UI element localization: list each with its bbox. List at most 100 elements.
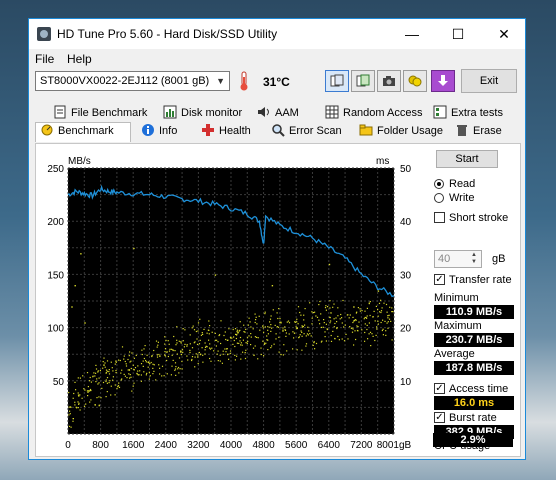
access-time-point — [250, 326, 252, 328]
access-time-point — [168, 350, 171, 352]
menu-help[interactable]: Help — [67, 52, 92, 66]
access-time-point — [105, 380, 107, 383]
window-title: HD Tune Pro 5.60 - Hard Disk/SSD Utility — [57, 27, 278, 41]
access-time-point — [257, 337, 259, 339]
start-button[interactable]: Start — [436, 150, 498, 168]
access-time-point — [288, 333, 290, 335]
tab-label: Disk monitor — [181, 107, 243, 119]
tab-aam[interactable]: AAM — [257, 105, 299, 122]
access-time-point — [248, 317, 250, 319]
read-radio[interactable]: Read — [434, 178, 514, 192]
access-time-point — [239, 336, 242, 339]
tab-info[interactable]: Info — [141, 123, 177, 140]
access-time-point — [110, 361, 112, 363]
bar-chart-icon — [163, 105, 177, 119]
stroke-unit: gB — [492, 253, 506, 265]
access-time-point — [228, 358, 230, 360]
stroke-size-stepper[interactable]: 40 ▲ ▼ — [434, 250, 482, 268]
access-time-point — [187, 359, 189, 361]
access-time-point — [176, 353, 178, 355]
access-time-point — [307, 326, 309, 328]
access-time-point — [195, 330, 197, 333]
drive-select[interactable]: ST8000VX0022-2EJ112 (8001 gB) ▼ — [35, 71, 230, 91]
access-time-point — [383, 302, 385, 304]
access-time-point — [182, 328, 184, 330]
access-time-point — [82, 375, 84, 377]
access-time-point — [73, 392, 75, 395]
access-time-point — [267, 326, 269, 328]
screenshot-button[interactable] — [377, 70, 401, 92]
access-time-point — [386, 322, 388, 324]
chevron-down-icon: ▼ — [216, 76, 225, 86]
access-time-point — [124, 360, 126, 363]
access-time-point — [219, 360, 221, 362]
access-time-point — [277, 317, 279, 320]
minimize-button[interactable]: — — [389, 19, 435, 49]
access-time-point — [267, 333, 269, 335]
access-time-point — [299, 334, 301, 336]
copy-info-button[interactable] — [351, 70, 375, 92]
tab-health[interactable]: Health — [201, 123, 251, 140]
access-time-point — [117, 386, 119, 388]
access-time-point — [222, 353, 224, 355]
transfer-rate-checkbox[interactable]: ✓ Transfer rate — [434, 274, 520, 288]
access-time-point — [180, 350, 182, 352]
copy-button[interactable] — [325, 70, 349, 92]
access-time-point — [319, 300, 321, 303]
access-time-point — [308, 330, 310, 332]
access-time-point — [299, 311, 301, 314]
checkbox-checked: ✓ — [434, 412, 445, 423]
access-time-point — [123, 358, 125, 360]
access-time-point — [194, 341, 196, 343]
burst-rate-checkbox[interactable]: ✓ Burst rate — [434, 412, 520, 426]
access-time-point — [236, 329, 238, 331]
exit-button[interactable]: Exit — [461, 69, 517, 93]
access-time-point — [78, 395, 80, 397]
access-time-point — [106, 370, 108, 372]
tab-file-benchmark[interactable]: File Benchmark — [53, 105, 147, 122]
tab-folder-usage[interactable]: Folder Usage — [359, 123, 443, 140]
access-time-point — [265, 342, 267, 344]
access-time-point — [95, 368, 98, 370]
maximize-button[interactable]: ☐ — [435, 19, 481, 49]
access-time-point — [198, 343, 201, 345]
access-time-point — [269, 326, 271, 328]
tab-random-access[interactable]: Random Access — [325, 105, 422, 122]
access-time-point — [202, 361, 204, 363]
access-time-checkbox[interactable]: ✓ Access time — [434, 383, 520, 397]
access-time-point — [208, 339, 210, 341]
access-time-point — [92, 375, 94, 377]
y-tick-label-left: 150 — [47, 270, 64, 281]
access-time-point — [247, 324, 249, 326]
tab-erase[interactable]: Erase — [455, 123, 502, 140]
options-button[interactable] — [403, 70, 427, 92]
magnifier-icon — [272, 124, 285, 137]
drive-select-value: ST8000VX0022-2EJ112 (8001 gB) — [40, 75, 210, 87]
access-time-point — [361, 329, 363, 331]
access-time-point — [240, 344, 242, 346]
tab-disk-monitor[interactable]: Disk monitor — [163, 105, 242, 122]
tab-extra-tests[interactable]: Extra tests — [433, 105, 503, 122]
access-time-point — [115, 369, 117, 372]
menu-file[interactable]: File — [35, 52, 54, 66]
access-time-point — [194, 356, 196, 358]
write-radio[interactable]: Write — [434, 192, 514, 206]
tab-error-scan[interactable]: Error Scan — [271, 123, 342, 140]
radio-dot — [434, 193, 444, 203]
access-time-point — [355, 319, 357, 321]
access-time-point — [104, 362, 106, 364]
save-button[interactable] — [431, 70, 455, 92]
short-stroke-checkbox[interactable]: Short stroke — [434, 212, 520, 226]
access-time-point — [201, 332, 203, 334]
access-time-point — [361, 310, 363, 312]
access-time-point — [352, 321, 354, 324]
access-time-point — [114, 394, 116, 396]
access-time-point — [68, 414, 70, 416]
access-time-point — [324, 331, 326, 333]
tab-benchmark[interactable]: Benchmark — [35, 122, 131, 142]
close-button[interactable]: ✕ — [481, 19, 527, 49]
access-time-point — [333, 326, 335, 328]
access-time-point — [320, 313, 322, 315]
access-time-point — [387, 315, 389, 317]
access-time-point — [118, 386, 121, 388]
